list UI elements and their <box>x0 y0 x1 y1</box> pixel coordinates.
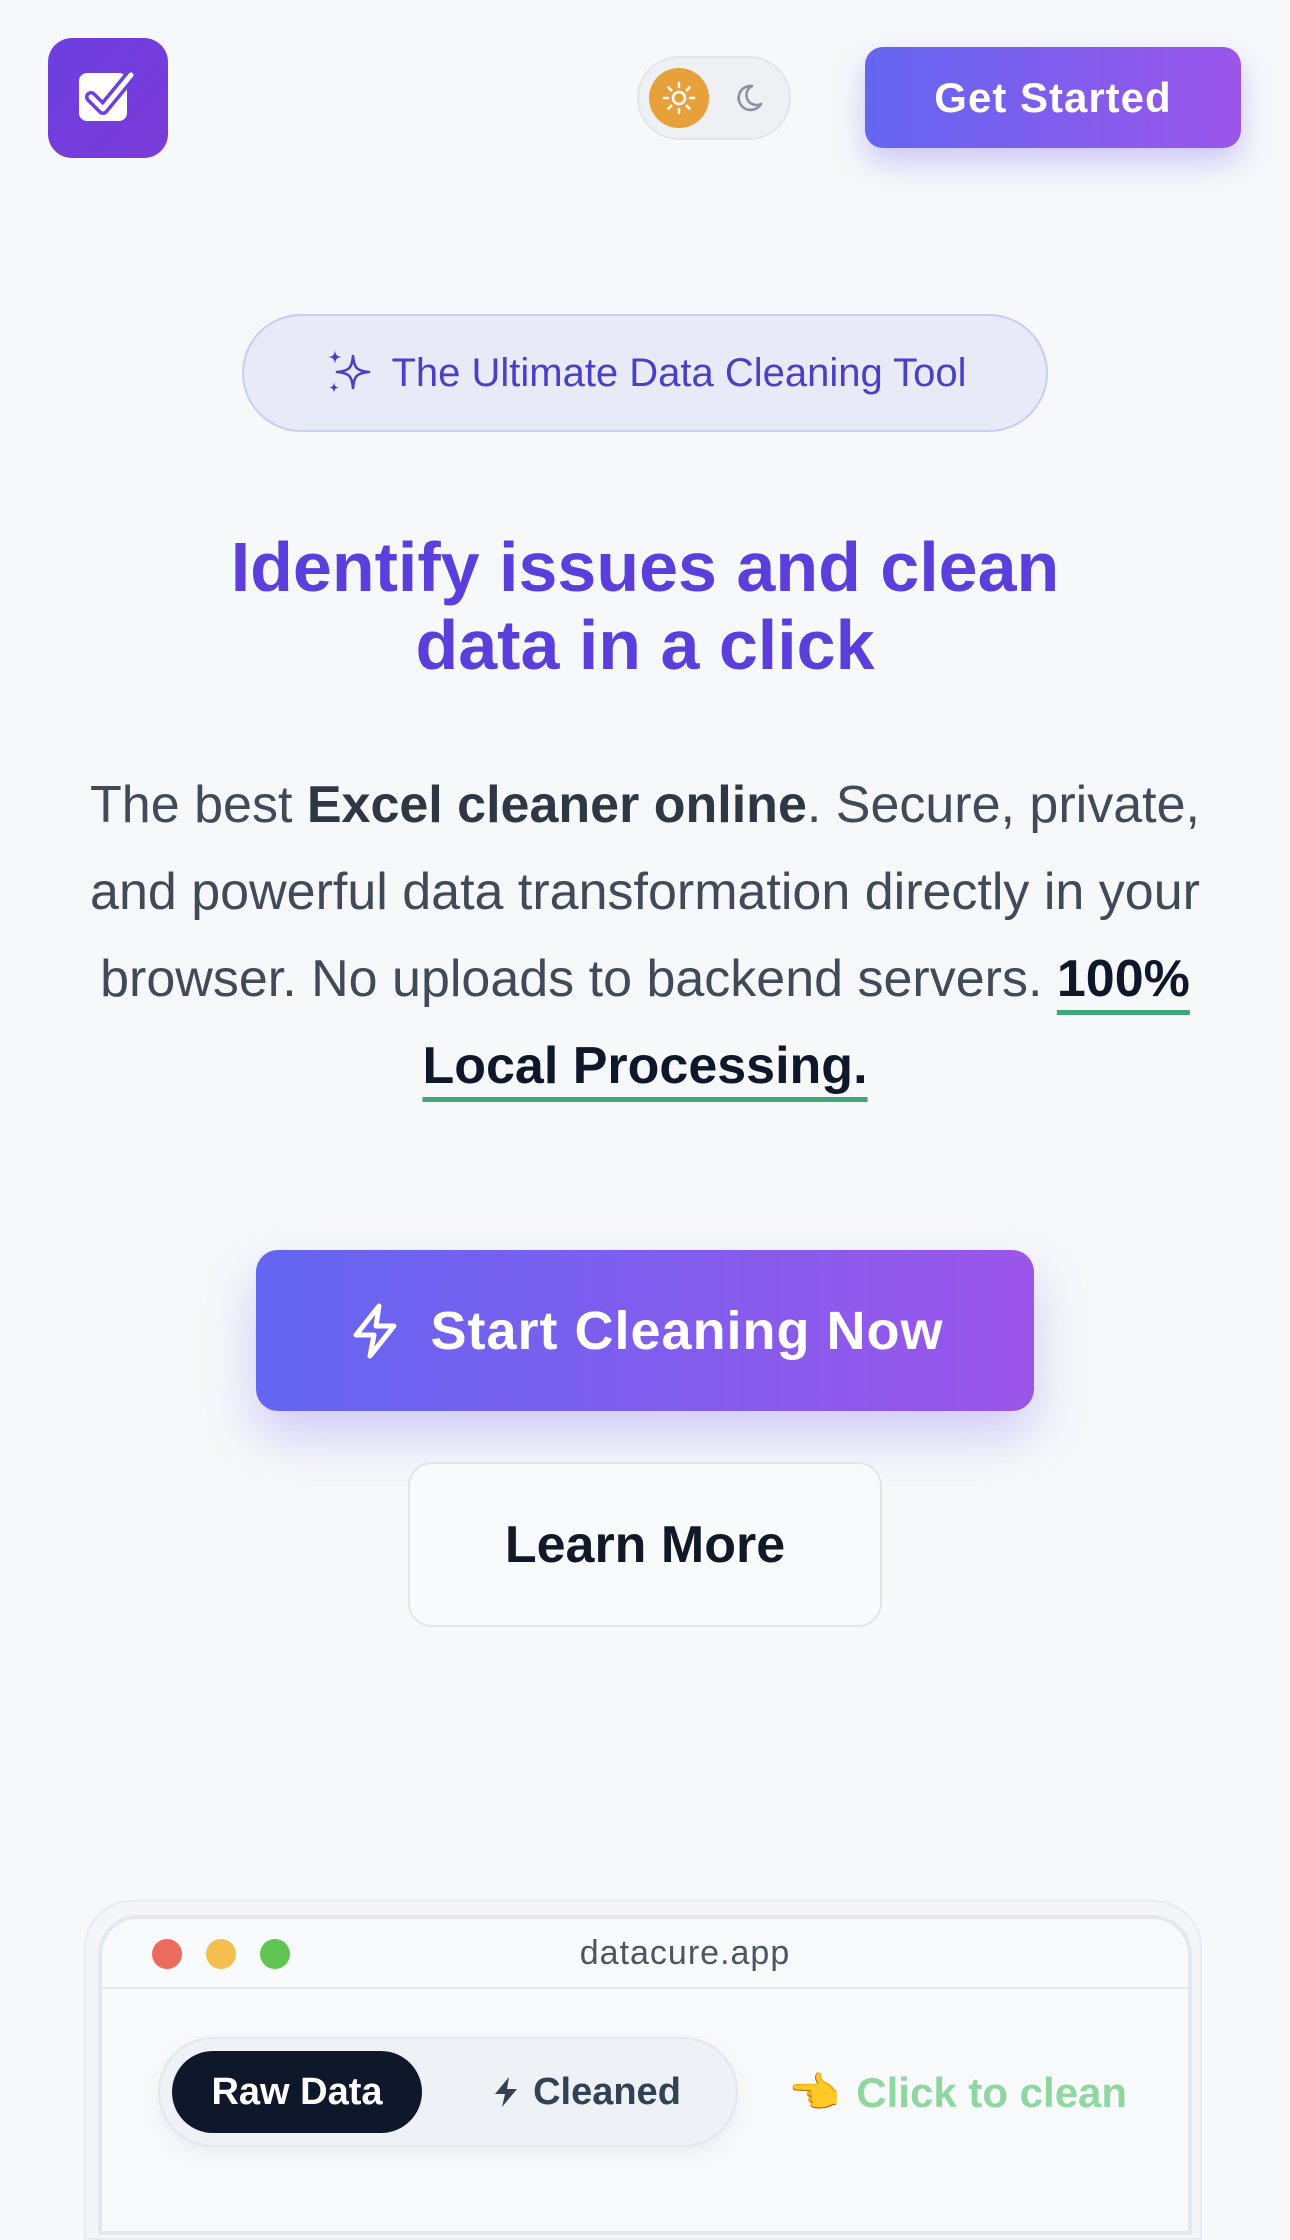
get-started-button[interactable]: Get Started <box>865 47 1241 148</box>
tagline-badge: The Ultimate Data Cleaning Tool <box>242 314 1048 432</box>
learn-more-button[interactable]: Learn More <box>408 1462 882 1627</box>
checkmark-logo-icon <box>79 69 137 121</box>
headline-line-1: Identify issues and clean <box>230 528 1060 606</box>
start-cleaning-label: Start Cleaning Now <box>430 1300 944 1361</box>
theme-toggle[interactable] <box>637 56 791 140</box>
hint-text: Click to clean <box>856 2069 1128 2116</box>
pointing-hand-icon: 👈 <box>788 2068 841 2116</box>
app-preview-window: datacure.app Raw Data Cleaned 👈 Click to… <box>98 1915 1192 2235</box>
tab-cleaned[interactable]: Cleaned <box>450 2051 720 2133</box>
site-header: Get Started <box>0 0 1290 200</box>
intro-text-start: The best <box>90 776 307 834</box>
start-cleaning-button[interactable]: Start Cleaning Now <box>256 1250 1034 1411</box>
page-headline: Identify issues and clean data in a clic… <box>0 528 1290 684</box>
click-to-clean-hint: 👈 Click to clean <box>788 2053 1127 2133</box>
logo[interactable] <box>48 38 168 158</box>
window-titlebar: datacure.app <box>102 1919 1188 1989</box>
headline-line-2: data in a click <box>415 606 875 684</box>
window-url: datacure.app <box>579 1934 791 1972</box>
tab-cleaned-label: Cleaned <box>533 2070 681 2113</box>
intro-bold-text: Excel cleaner online <box>306 776 807 834</box>
intro-paragraph: The best Excel cleaner online. Secure, p… <box>40 762 1250 1110</box>
data-view-toggle: Raw Data Cleaned <box>158 2037 738 2147</box>
lightning-icon <box>353 1303 397 1358</box>
moon-icon[interactable] <box>735 80 771 116</box>
tab-raw-data[interactable]: Raw Data <box>172 2051 422 2133</box>
sparkles-icon <box>328 350 371 393</box>
lightning-icon <box>495 2077 518 2107</box>
sun-icon[interactable] <box>649 68 709 128</box>
badge-text: The Ultimate Data Cleaning Tool <box>391 350 967 395</box>
